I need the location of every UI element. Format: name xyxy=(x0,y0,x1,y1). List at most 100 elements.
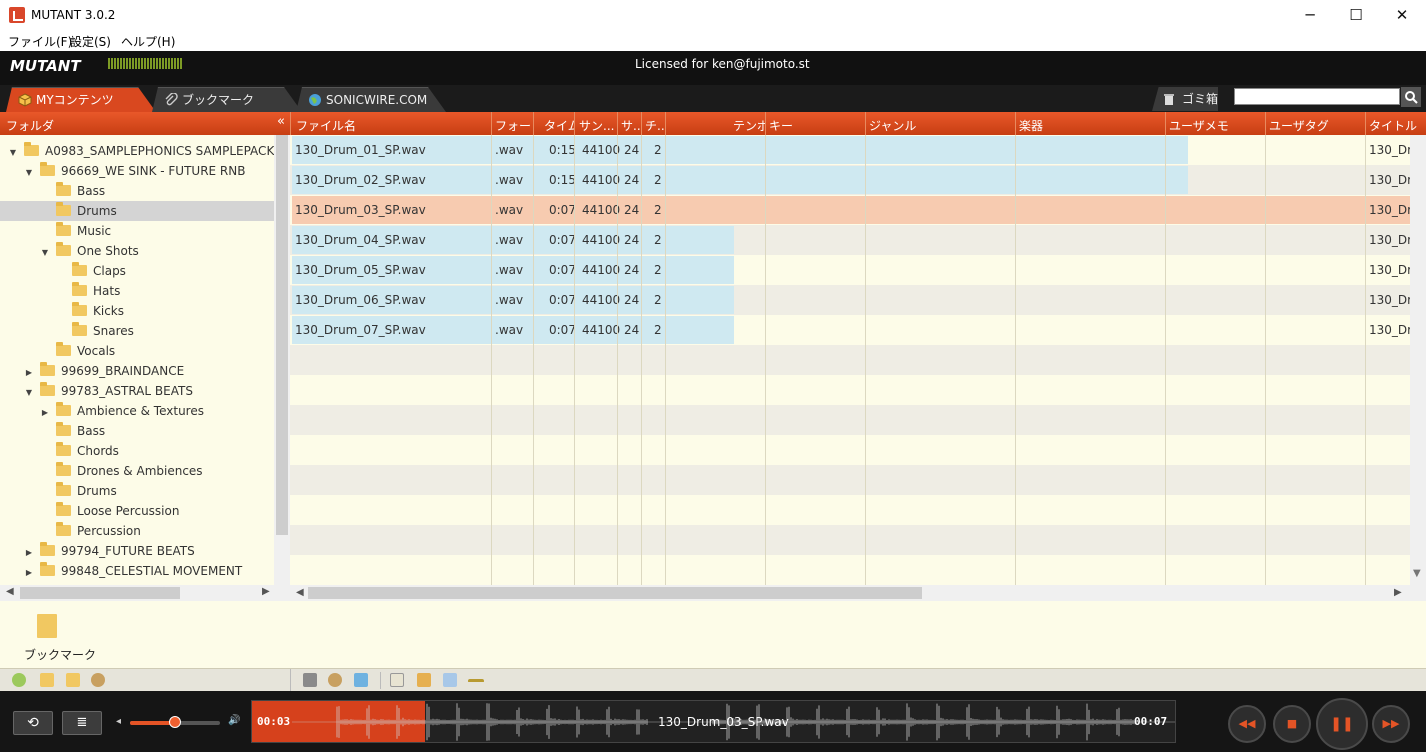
tree-node[interactable]: Percussion xyxy=(0,521,274,541)
waveform-icon[interactable] xyxy=(468,679,484,683)
tree-node[interactable]: Music xyxy=(0,221,274,241)
close-button[interactable]: ✕ xyxy=(1379,0,1425,31)
tree-node[interactable]: ▶ 99794_FUTURE BEATS xyxy=(0,541,274,561)
settings-icon[interactable] xyxy=(91,673,105,687)
tab-sonicwire[interactable]: SONICWIRE.COM xyxy=(296,87,446,112)
table-icon[interactable] xyxy=(390,673,404,687)
tree-node[interactable]: Bass xyxy=(0,181,274,201)
file-table-hscroll-thumb[interactable] xyxy=(308,587,922,599)
tree-node[interactable]: Hats xyxy=(0,281,274,301)
scroll-left-arrow[interactable]: ◀ xyxy=(6,586,14,597)
scroll-right-arrow[interactable]: ▶ xyxy=(1394,587,1402,598)
tree-node[interactable]: ▶ 99699_BRAINDANCE xyxy=(0,361,274,381)
col-channels[interactable]: チ... xyxy=(645,117,665,134)
col-bit-depth[interactable]: サ... xyxy=(621,117,641,134)
tab-bar: MYコンテンツ ブックマーク SONICWIRE.COM ゴミ箱 xyxy=(0,85,1426,112)
tree-node[interactable]: Snares xyxy=(0,321,274,341)
table-row[interactable]: 130_Drum_02_SP.wav .wav 0:15 44100 24 2 130_Dr… xyxy=(290,165,1426,195)
col-tempo[interactable]: テンポ xyxy=(733,117,765,134)
collapsed-arrow-icon[interactable]: ▶ xyxy=(24,563,34,583)
waveform-display[interactable]: 00:03 130_Drum_03_SP.wav 00:07 xyxy=(251,700,1176,743)
col-format[interactable]: フォー... xyxy=(495,117,531,134)
tree-node[interactable]: ▼ A0983_SAMPLEPHONICS SAMPLEPACK for ( xyxy=(0,141,274,161)
folder-icon[interactable] xyxy=(37,614,57,638)
column-header-bar: フォルダ « ファイル名 フォー... タイム サン... サ... チ... … xyxy=(0,112,1426,135)
file-table-vscroll[interactable] xyxy=(1410,135,1426,585)
expanded-arrow-icon[interactable]: ▼ xyxy=(24,383,34,403)
cell-time: 0:07 xyxy=(549,233,576,247)
tree-node[interactable]: Drums xyxy=(0,201,274,221)
tree-node[interactable]: Claps xyxy=(0,261,274,281)
scroll-down-arrow[interactable]: ▼ xyxy=(1413,568,1421,579)
collapsed-arrow-icon[interactable]: ▶ xyxy=(24,543,34,563)
tree-node[interactable]: Chords xyxy=(0,441,274,461)
expanded-arrow-icon[interactable]: ▼ xyxy=(8,143,18,163)
rewind-button[interactable]: ◀◀ xyxy=(1228,705,1266,743)
playlist-button[interactable]: ≣ xyxy=(62,711,102,735)
pause-button[interactable]: ❚❚ xyxy=(1316,698,1368,750)
col-title[interactable]: タイトル xyxy=(1369,117,1417,134)
table-row[interactable]: 130_Drum_03_SP.wav .wav 0:07 44100 24 2 130_Dr… xyxy=(290,195,1426,225)
table-row[interactable]: 130_Drum_04_SP.wav .wav 0:07 44100 24 2 130_Dr… xyxy=(290,225,1426,255)
scroll-left-arrow[interactable]: ◀ xyxy=(296,587,304,598)
scroll-right-arrow[interactable]: ▶ xyxy=(262,586,270,597)
col-time[interactable]: タイム xyxy=(544,117,574,134)
tree-node[interactable]: Kicks xyxy=(0,301,274,321)
tab-my-contents[interactable]: MYコンテンツ xyxy=(6,87,156,112)
expanded-arrow-icon[interactable]: ▼ xyxy=(24,163,34,183)
folder-icon[interactable] xyxy=(66,673,80,687)
bookmark-label[interactable]: ブックマーク xyxy=(24,646,96,663)
collapsed-arrow-icon[interactable]: ▶ xyxy=(40,403,50,423)
search-button[interactable] xyxy=(1401,87,1421,107)
cell-time: 0:15 xyxy=(549,173,576,187)
trash-button[interactable]: ゴミ箱 xyxy=(1152,87,1218,111)
loop-button[interactable]: ⟲ xyxy=(13,711,53,735)
add-folder-icon[interactable] xyxy=(12,673,26,687)
tree-node[interactable]: ▼ One Shots xyxy=(0,241,274,261)
edit-icon[interactable] xyxy=(417,673,431,687)
fast-forward-button[interactable]: ▶▶ xyxy=(1372,705,1410,743)
empty-row xyxy=(290,525,1426,555)
menu-file[interactable]: ファイル(F) xyxy=(8,33,72,50)
tree-node[interactable]: Vocals xyxy=(0,341,274,361)
col-sample-rate[interactable]: サン... xyxy=(579,117,615,134)
empty-row xyxy=(290,375,1426,405)
list-icon[interactable] xyxy=(443,673,457,687)
new-folder-icon[interactable] xyxy=(40,673,54,687)
search-input[interactable] xyxy=(1234,88,1400,105)
tree-node[interactable]: ▶ 99848_CELESTIAL MOVEMENT xyxy=(0,561,274,581)
tree-node[interactable]: Loose Percussion xyxy=(0,501,274,521)
menu-help[interactable]: ヘルプ(H) xyxy=(121,33,175,50)
collapse-panel-button[interactable]: « xyxy=(277,114,285,129)
col-key[interactable]: キー xyxy=(769,117,793,134)
settings-icon[interactable] xyxy=(328,673,342,687)
tree-node-label: Drums xyxy=(77,484,117,498)
table-row[interactable]: 130_Drum_05_SP.wav .wav 0:07 44100 24 2 130_Dr… xyxy=(290,255,1426,285)
col-genre[interactable]: ジャンル xyxy=(869,117,916,134)
tree-node[interactable]: Bass xyxy=(0,421,274,441)
folder-tree-vscroll-thumb[interactable] xyxy=(276,135,288,535)
tree-node[interactable]: Drums xyxy=(0,481,274,501)
stop-button[interactable]: ■ xyxy=(1273,705,1311,743)
col-user-memo[interactable]: ユーザメモ xyxy=(1169,117,1229,134)
paperclip-icon[interactable] xyxy=(303,673,317,687)
table-row[interactable]: 130_Drum_06_SP.wav .wav 0:07 44100 24 2 130_Dr… xyxy=(290,285,1426,315)
maximize-button[interactable]: ☐ xyxy=(1333,0,1379,31)
col-filename[interactable]: ファイル名 xyxy=(296,117,486,134)
page-icon[interactable] xyxy=(354,673,368,687)
col-user-tag[interactable]: ユーザタグ xyxy=(1269,117,1329,134)
table-row[interactable]: 130_Drum_07_SP.wav .wav 0:07 44100 24 2 130_Dr… xyxy=(290,315,1426,345)
menu-settings[interactable]: 設定(S) xyxy=(70,33,111,50)
tab-bookmarks[interactable]: ブックマーク xyxy=(152,87,302,112)
tree-node[interactable]: ▶ Ambience & Textures xyxy=(0,401,274,421)
table-row[interactable]: 130_Drum_01_SP.wav .wav 0:15 44100 24 2 130_Dr… xyxy=(290,135,1426,165)
collapsed-arrow-icon[interactable]: ▶ xyxy=(24,363,34,383)
volume-knob[interactable] xyxy=(169,716,181,728)
col-instrument[interactable]: 楽器 xyxy=(1019,117,1043,134)
expanded-arrow-icon[interactable]: ▼ xyxy=(40,243,50,263)
tree-node[interactable]: ▼ 99783_ASTRAL BEATS xyxy=(0,381,274,401)
folder-tree-hscroll-thumb[interactable] xyxy=(20,587,180,599)
tree-node[interactable]: ▼ 96669_WE SINK - FUTURE RNB xyxy=(0,161,274,181)
minimize-button[interactable]: ─ xyxy=(1287,0,1333,31)
tree-node[interactable]: Drones & Ambiences xyxy=(0,461,274,481)
